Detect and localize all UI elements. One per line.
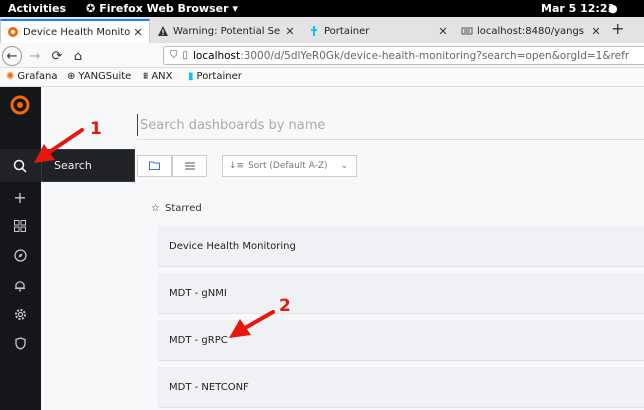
annotation-overlay <box>34 128 275 338</box>
annotation-arrow-1 <box>34 128 84 163</box>
annotation-number-2: 2 <box>279 296 291 316</box>
annotation-arrow-2 <box>229 310 275 338</box>
annotation-number-1: 1 <box>90 119 102 139</box>
